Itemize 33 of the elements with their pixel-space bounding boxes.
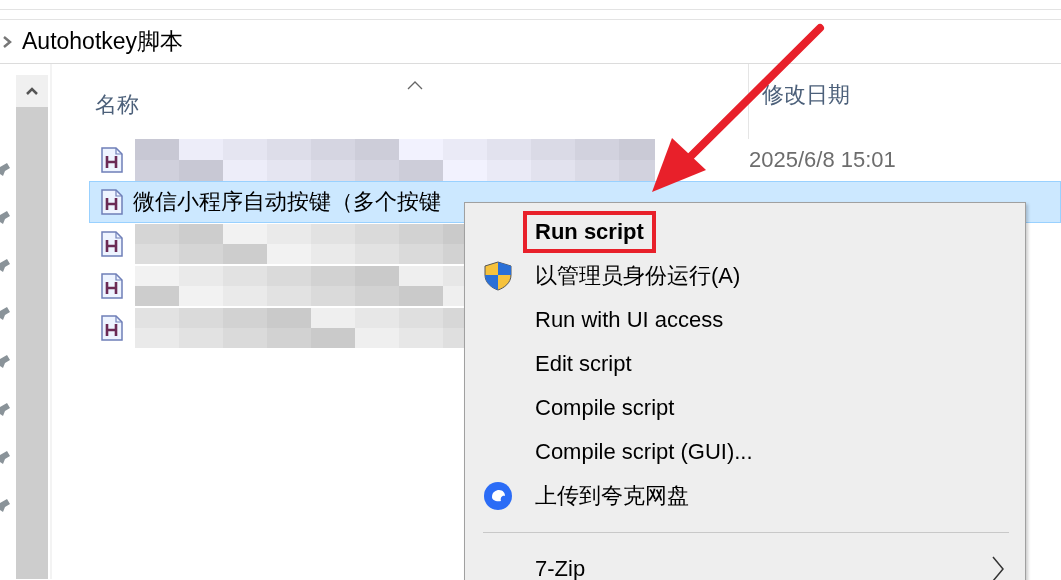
menu-item-label: 上传到夸克网盘 [534, 482, 690, 510]
shield-icon [484, 261, 512, 291]
menu-item[interactable]: 7-Zip [465, 547, 1025, 580]
chevron-up-icon [25, 86, 39, 96]
menu-item-label: Run with UI access [534, 306, 725, 334]
menu-item[interactable]: Run script [465, 210, 1025, 254]
column-header[interactable]: 修改日期 [749, 80, 850, 110]
script-file-icon [101, 315, 123, 341]
menu-item-label: Run script [523, 211, 656, 253]
scrollbar[interactable] [16, 75, 48, 579]
menu-item-label: Edit script [534, 350, 633, 378]
menu-item-label: 以管理员身份运行(A) [534, 262, 742, 290]
menu-item[interactable]: Compile script (GUI)... [465, 430, 1025, 474]
file-name: 微信小程序自动按键（多个按键 [133, 188, 441, 216]
menu-item[interactable]: 以管理员身份运行(A) [465, 254, 1025, 298]
script-file-icon [101, 273, 123, 299]
column-header[interactable]: 名称 [89, 90, 139, 120]
menu-item[interactable]: 上传到夸克网盘 [465, 474, 1025, 518]
breadcrumb-folder[interactable]: Autohotkey脚本 [22, 26, 184, 57]
menu-item[interactable]: Compile script [465, 386, 1025, 430]
chevron-right-icon[interactable] [2, 34, 12, 49]
menu-item-label: 7-Zip [534, 555, 587, 580]
script-file-icon [101, 189, 123, 215]
menu-item[interactable]: Edit script [465, 342, 1025, 386]
scroll-up-button[interactable] [16, 75, 48, 107]
menu-item-label: Compile script (GUI)... [534, 438, 754, 466]
script-file-icon [101, 147, 123, 173]
menu-item[interactable]: Run with UI access [465, 298, 1025, 342]
cloud-drive-icon [483, 481, 513, 511]
script-file-icon [101, 231, 123, 257]
menu-item-label: Compile script [534, 394, 676, 422]
file-row[interactable]: 2025/6/8 15:01 [89, 139, 1061, 181]
modified-date: 2025/6/8 15:01 [749, 147, 896, 173]
